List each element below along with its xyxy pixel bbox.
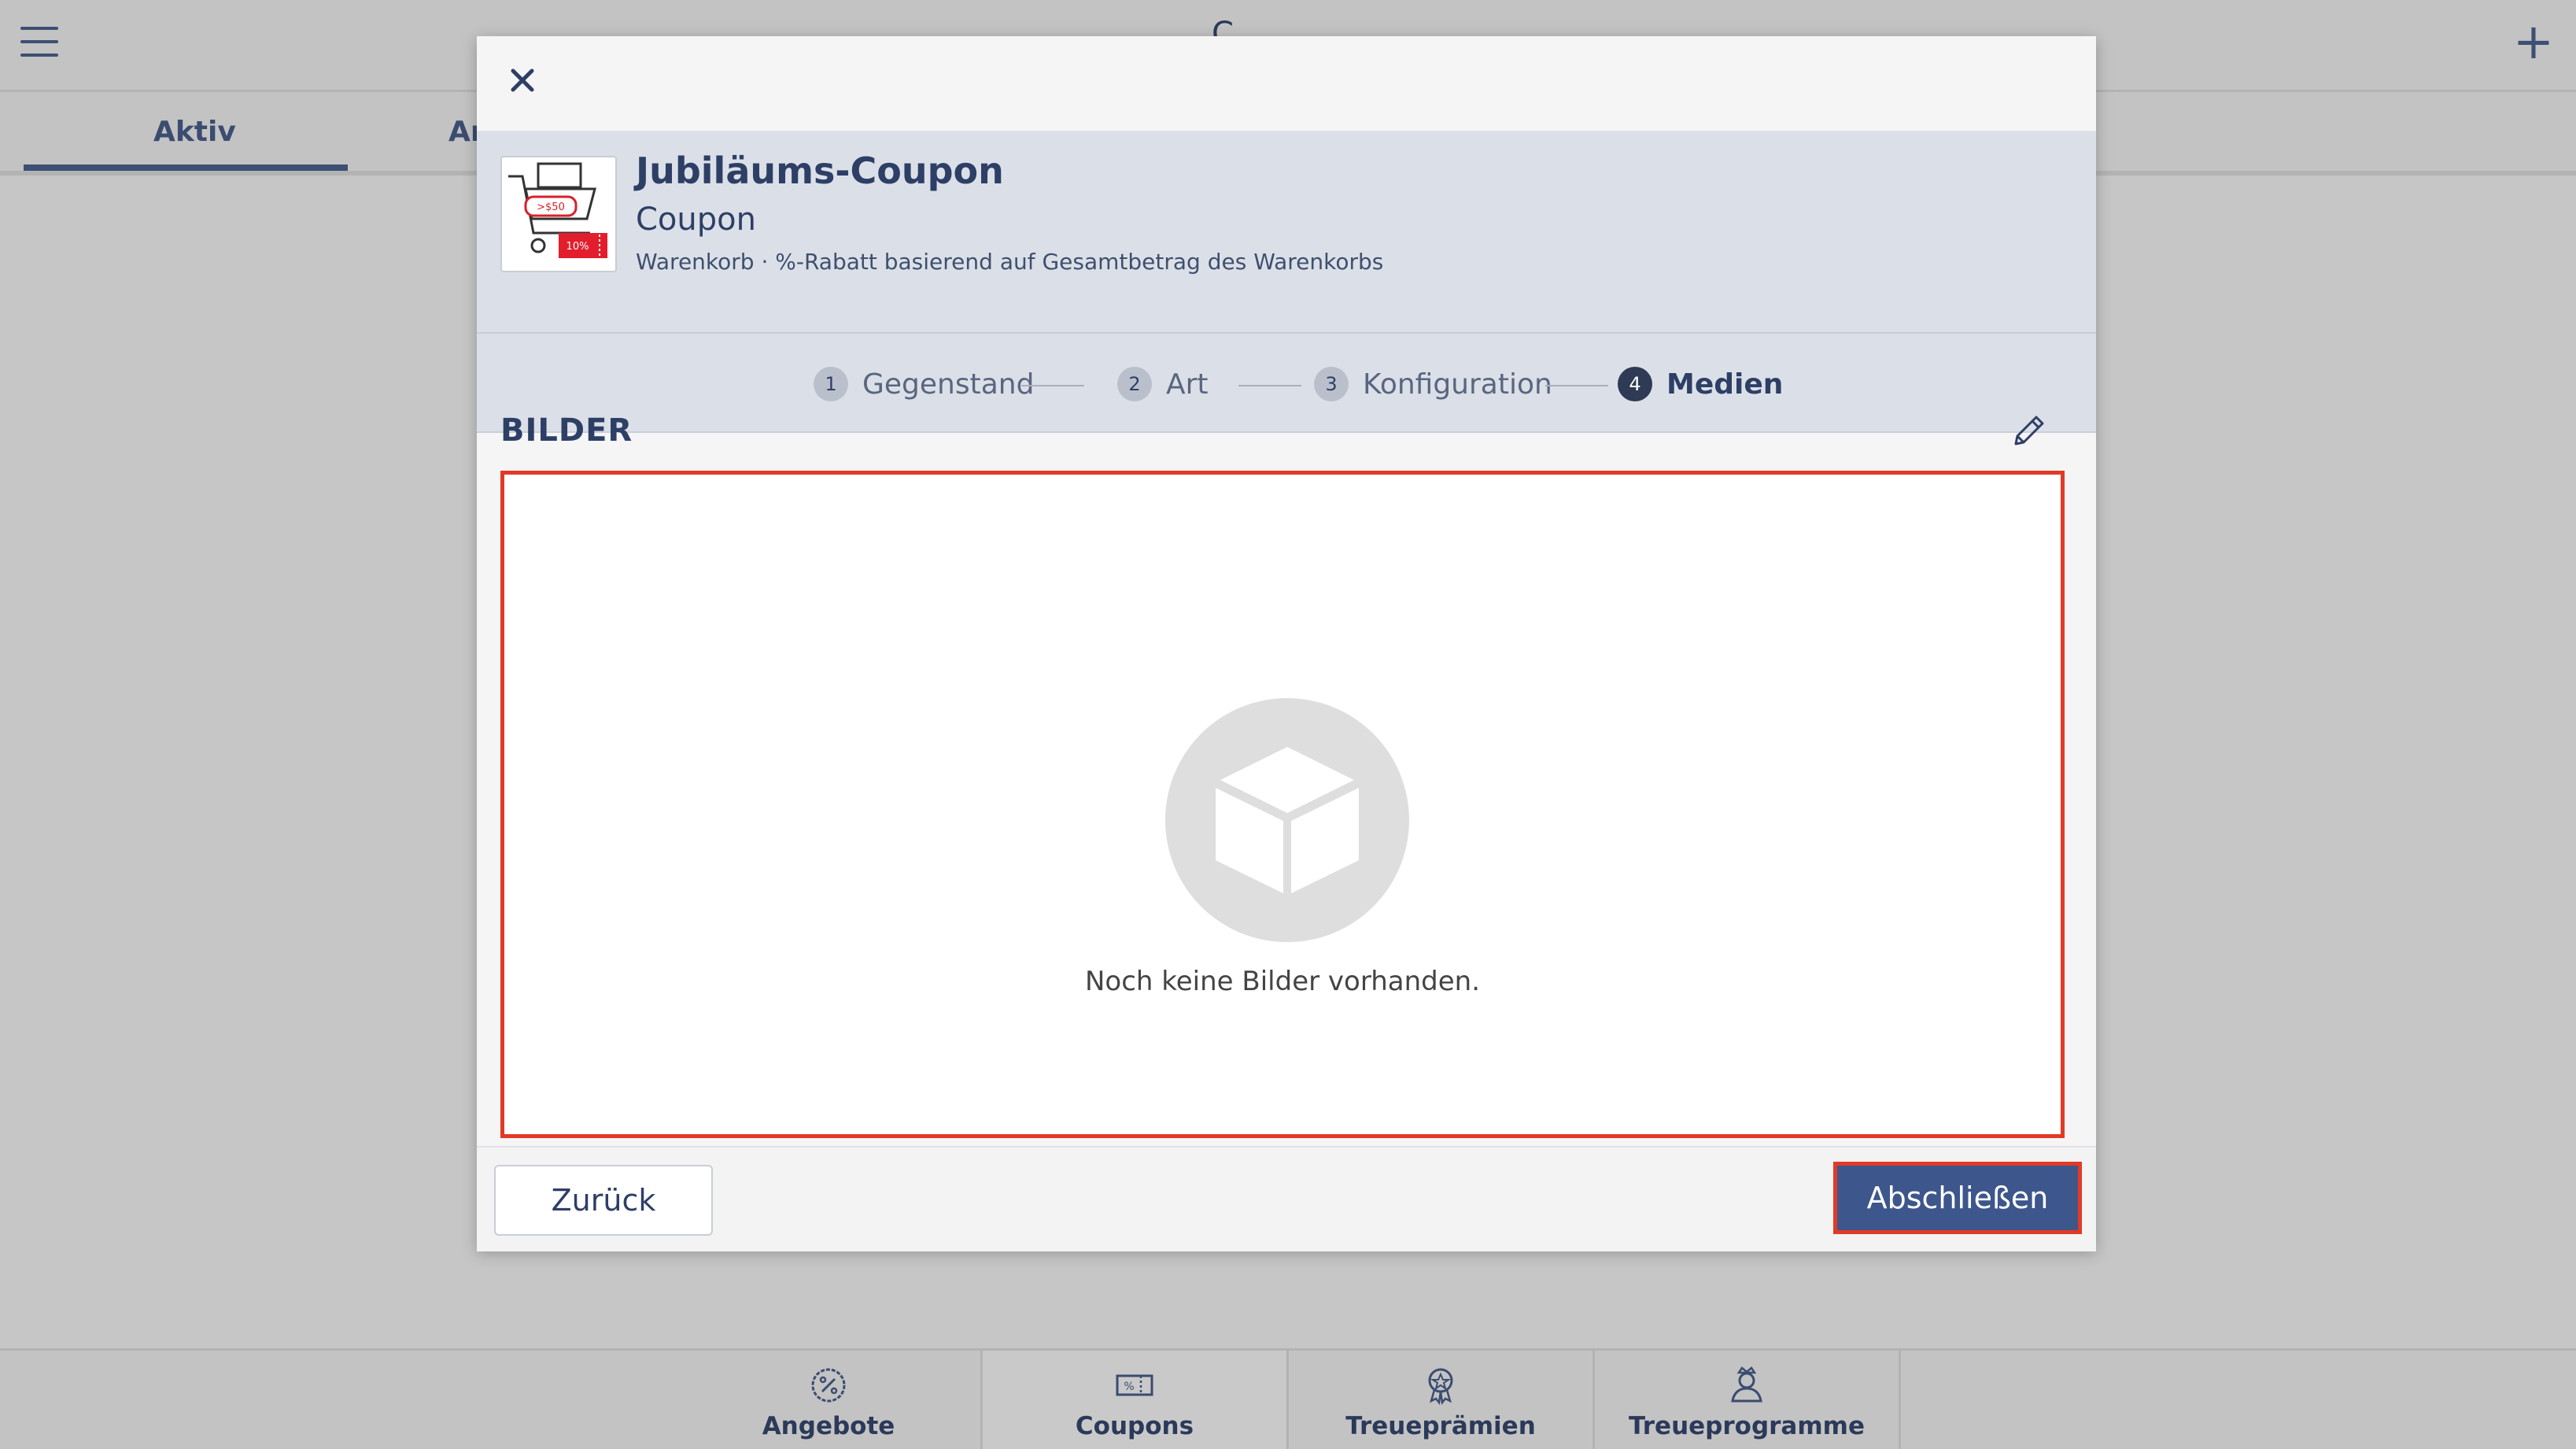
back-button[interactable]: Zurück [494,1165,713,1236]
thumb-discount-tag: 10% [566,241,589,253]
dialog-header [477,36,2096,132]
bottom-navigation: Angebote % Coupons Treueprämien Treuepro… [0,1348,2576,1449]
step-number: 1 [814,367,848,401]
step-number: 2 [1117,367,1152,401]
item-title: Jubiläums-Coupon [636,150,1004,192]
dialog-footer: Zurück Abschließen [477,1146,2096,1251]
active-tab-indicator [24,164,348,171]
empty-state-text: Noch keine Bilder vorhanden. [1085,966,1480,997]
coupon-icon: % [1116,1374,1153,1396]
step-connector [1238,385,1301,386]
item-type: Coupon [636,201,756,238]
nav-treuepraemien-label: Treueprämien [1345,1412,1536,1440]
step-connector [1021,385,1084,386]
nav-treueprogramme-label: Treueprogramme [1629,1412,1865,1440]
coupon-thumbnail: >$50 10% [500,156,617,272]
loyalty-user-icon [1731,1366,1762,1403]
pencil-icon[interactable] [2008,409,2050,452]
menu-button[interactable] [20,27,58,61]
empty-state-graphic [1165,698,1409,942]
media-drop-area[interactable]: Noch keine Bilder vorhanden. [500,471,2065,1138]
thumb-price-tag: >$50 [537,201,565,213]
nav-treueprogramme[interactable]: Treueprogramme [1595,1351,1901,1449]
shopping-cart-icon: >$50 10% [508,162,607,258]
item-summary: >$50 10% Jubiläums-Coupon Coupon Warenko… [477,132,2096,433]
item-description: Warenkorb · %-Rabatt basierend auf Gesam… [636,249,1384,275]
step-label: Medien [1666,368,1784,401]
step-label: Gegenstand [862,368,1035,401]
section-title-bilder: BILDER [500,412,633,449]
nav-angebote-label: Angebote [762,1412,895,1440]
percent-badge-icon [811,1368,846,1403]
nav-angebote[interactable]: Angebote [677,1351,983,1449]
wizard-stepper: 1 Gegenstand 2 Art 3 Konfiguration 4 Med… [477,332,2096,433]
hamburger-icon [20,27,58,30]
close-icon[interactable] [499,57,546,104]
nav-coupons-label: Coupons [1075,1412,1194,1440]
box-icon [1216,747,1359,893]
nav-coupons[interactable]: % Coupons [983,1351,1289,1449]
step-label: Konfiguration [1363,368,1552,401]
step-label: Art [1166,368,1209,401]
step-connector [1545,385,1608,386]
nav-treuepraemien[interactable]: Treueprämien [1289,1351,1595,1449]
step-number: 4 [1618,367,1652,401]
finish-button[interactable]: Abschließen [1833,1162,2082,1234]
award-icon [1428,1368,1453,1406]
coupon-wizard-dialog: >$50 10% Jubiläums-Coupon Coupon Warenko… [477,36,2096,1251]
svg-text:%: % [1124,1381,1134,1393]
tab-aktiv[interactable]: Aktiv [153,116,236,148]
add-button[interactable]: + [2513,17,2554,66]
step-number: 3 [1314,367,1349,401]
